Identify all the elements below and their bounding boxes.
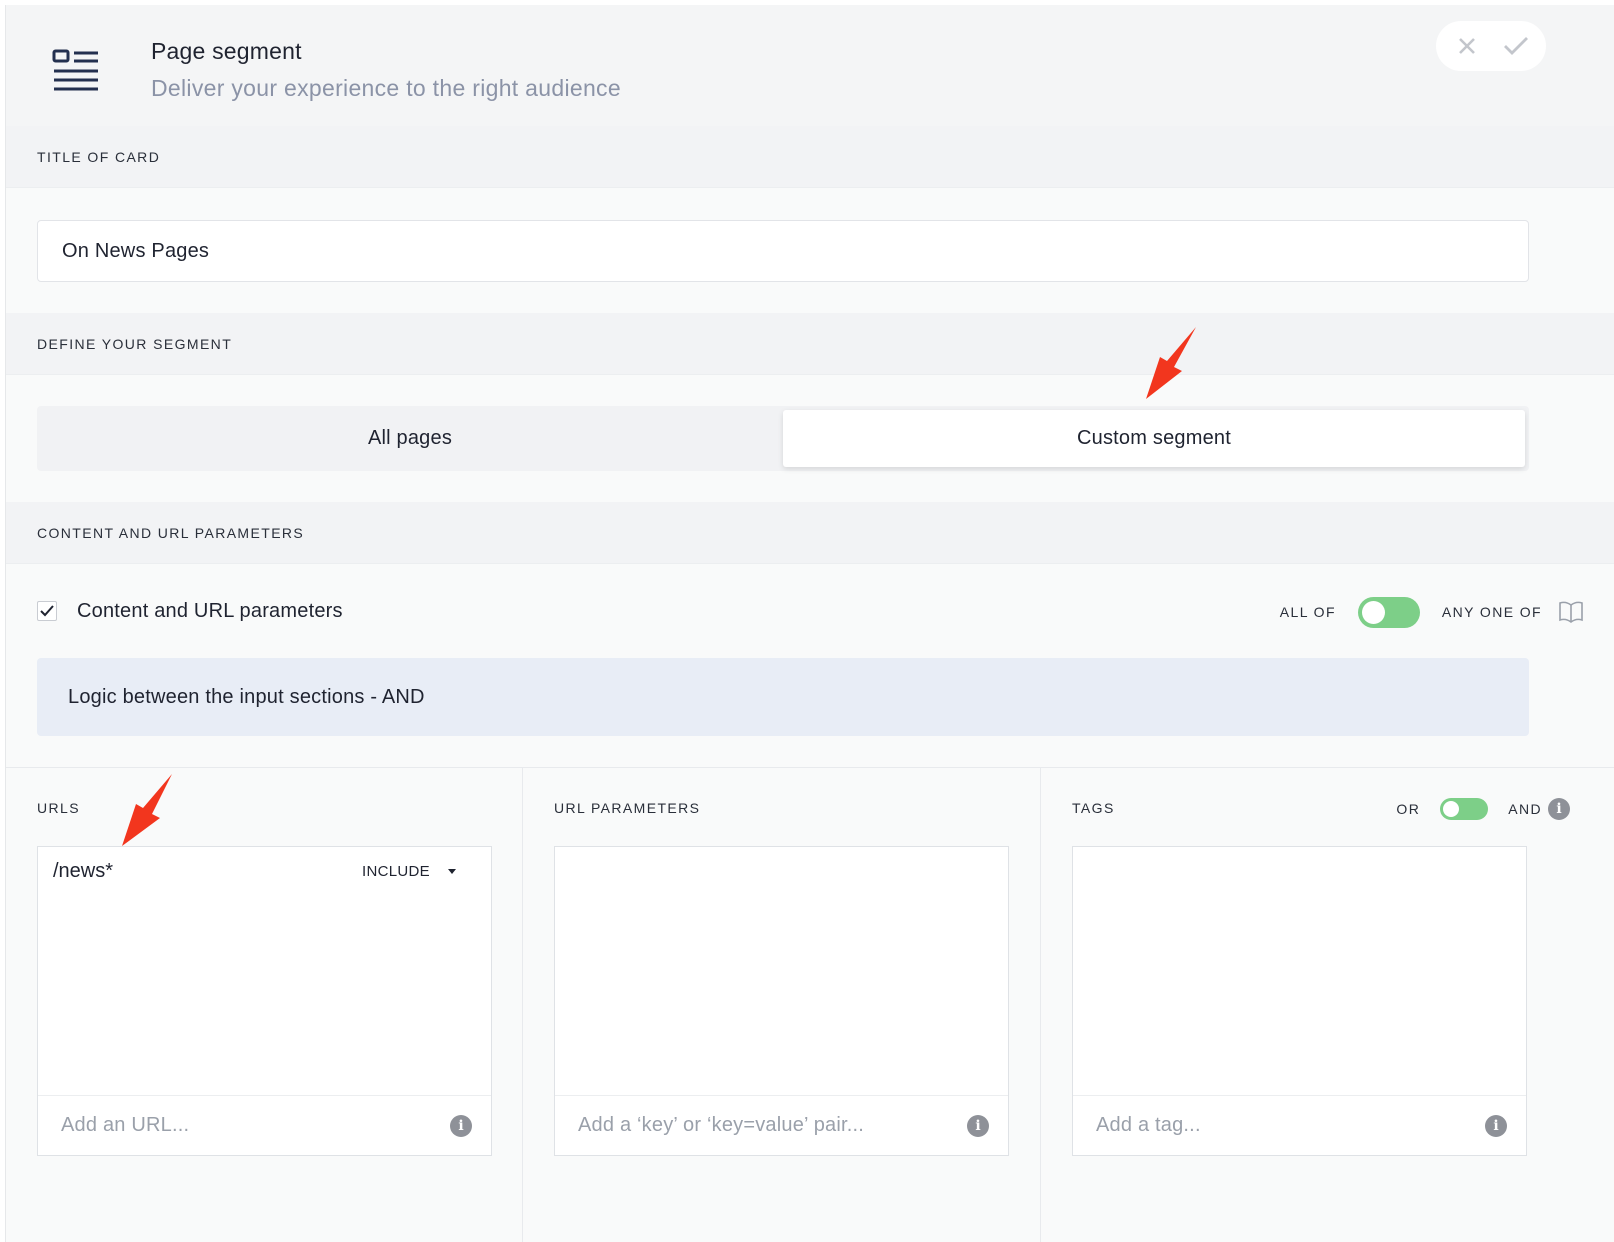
info-icon[interactable]: i (450, 1115, 472, 1137)
urls-label: URLS (37, 800, 80, 816)
tags-box: i (1072, 846, 1527, 1156)
page-subtitle: Deliver your experience to the right aud… (151, 75, 621, 101)
url-mode-dropdown[interactable]: INCLUDE (362, 863, 456, 880)
tags-label: TAGS (1072, 800, 1115, 816)
segment-option-all-pages[interactable]: All pages (37, 406, 783, 471)
segment-option-custom[interactable]: Custom segment (783, 410, 1525, 467)
tags-column: TAGS OR AND i i (1041, 768, 1614, 1242)
confirm-button[interactable] (1496, 26, 1536, 66)
logic-info-banner: Logic between the input sections - AND (37, 658, 1529, 736)
url-value: /news* (53, 859, 114, 882)
url-parameters-column: URL PARAMETERS i (523, 768, 1041, 1242)
info-icon[interactable]: i (967, 1115, 989, 1137)
url-mode-label: INCLUDE (362, 862, 430, 880)
close-button[interactable] (1447, 26, 1487, 66)
annotation-arrow-icon (122, 774, 172, 846)
page-title: Page segment (151, 38, 302, 64)
section-header-content-url: CONTENT AND URL PARAMETERS (6, 502, 1614, 564)
all-any-toggle[interactable] (1357, 596, 1420, 628)
toggle-label-any-one-of: ANY ONE OF (1441, 604, 1542, 620)
info-icon[interactable]: i (1485, 1115, 1507, 1137)
add-url-input[interactable] (61, 1114, 421, 1137)
url-input-footer: i (38, 1095, 491, 1155)
section-label: TITLE OF CARD (37, 148, 161, 165)
tags-input-footer: i (1073, 1095, 1526, 1155)
header-actions (1436, 21, 1546, 71)
check-icon (1503, 37, 1528, 55)
caret-down-icon (448, 868, 456, 874)
urls-box: /news* INCLUDE i (37, 846, 492, 1156)
book-icon[interactable] (1558, 601, 1584, 623)
add-tag-input[interactable] (1096, 1114, 1456, 1137)
section-label: CONTENT AND URL PARAMETERS (37, 524, 305, 541)
urls-column: URLS /news* INCLUDE i (6, 768, 523, 1242)
content-url-checkbox-row: Content and URL parameters (37, 595, 343, 627)
checkbox-label: Content and URL parameters (77, 599, 343, 622)
toggle-knob (1443, 801, 1460, 817)
url-parameters-input-footer: i (555, 1095, 1008, 1155)
annotation-arrow-icon (1146, 327, 1196, 399)
info-icon[interactable]: i (1548, 798, 1570, 820)
section-header-define-segment: DEFINE YOUR SEGMENT (6, 313, 1614, 375)
or-and-toggle[interactable] (1440, 798, 1489, 820)
section-header-title-of-card: TITLE OF CARD (6, 126, 1614, 188)
segment-selector: All pages Custom segment (37, 406, 1529, 471)
header: Page segment Deliver your experience to … (6, 5, 1614, 131)
toggle-knob (1361, 600, 1385, 624)
toggle-label-all-of: ALL OF (1279, 604, 1336, 620)
tags-logic-toggle-row: OR AND i (1396, 796, 1570, 822)
card-title-input[interactable]: On News Pages (37, 220, 1529, 282)
close-icon (1458, 38, 1475, 54)
content-url-checkbox[interactable] (37, 601, 57, 621)
add-url-parameter-input[interactable] (578, 1114, 938, 1137)
url-parameters-box: i (554, 846, 1009, 1156)
page-segment-panel: Page segment Deliver your experience to … (5, 5, 1614, 1242)
checkmark-icon (40, 605, 54, 617)
logic-toggle-row: ALL OF ANY ONE OF (1280, 595, 1584, 629)
parameter-columns: URLS /news* INCLUDE i URL PARAMETERS (6, 767, 1614, 1242)
toggle-label-or: OR (1396, 801, 1421, 817)
layout-list-icon (52, 49, 100, 91)
url-parameters-label: URL PARAMETERS (554, 800, 701, 816)
section-label: DEFINE YOUR SEGMENT (37, 335, 233, 352)
url-entry: /news* INCLUDE (53, 856, 476, 886)
toggle-label-and: AND (1508, 801, 1542, 817)
